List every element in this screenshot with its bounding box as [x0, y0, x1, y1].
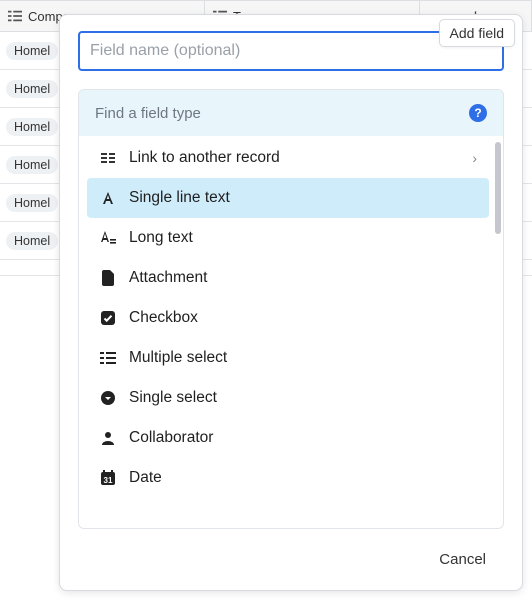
field-type-label: Collaborator	[129, 429, 213, 447]
field-type-attachment[interactable]: Attachment	[87, 258, 489, 298]
cell-token: Homel	[6, 232, 58, 250]
chevron-right-icon: ›	[472, 150, 477, 166]
field-type-label: Checkbox	[129, 309, 198, 327]
attachment-icon	[99, 270, 117, 286]
field-type-link[interactable]: Link to another record ›	[87, 138, 489, 178]
text-icon	[99, 190, 117, 206]
field-type-list[interactable]: Link to another record › Single line tex…	[79, 136, 503, 528]
add-field-dialog: Find a field type ? Link to another reco…	[59, 14, 523, 591]
link-record-icon	[99, 150, 117, 166]
date-icon	[99, 470, 117, 486]
collaborator-icon	[99, 430, 117, 446]
cell-token: Homel	[6, 118, 58, 136]
field-type-label: Date	[129, 469, 162, 487]
field-type-single-select[interactable]: Single select	[87, 378, 489, 418]
scrollbar[interactable]	[495, 142, 501, 234]
field-type-label: Long text	[129, 229, 193, 247]
field-type-collaborator[interactable]: Collaborator	[87, 418, 489, 458]
field-type-single-line-text[interactable]: Single line text	[87, 178, 489, 218]
field-type-label: Attachment	[129, 269, 207, 287]
cell-token: Homel	[6, 42, 58, 60]
field-type-long-text[interactable]: Long text	[87, 218, 489, 258]
dialog-footer: Cancel	[78, 529, 504, 584]
multiselect-icon	[8, 9, 22, 23]
field-type-multiple-select[interactable]: Multiple select	[87, 338, 489, 378]
long-text-icon	[99, 230, 117, 246]
field-type-date[interactable]: Date	[87, 458, 489, 498]
help-icon[interactable]: ?	[469, 104, 487, 122]
cancel-button[interactable]: Cancel	[431, 545, 494, 574]
field-type-label: Single select	[129, 389, 217, 407]
cell-token: Homel	[6, 80, 58, 98]
field-type-panel: Find a field type ? Link to another reco…	[78, 89, 504, 529]
field-type-checkbox[interactable]: Checkbox	[87, 298, 489, 338]
field-type-label: Link to another record	[129, 149, 280, 167]
cell-token: Homel	[6, 156, 58, 174]
field-type-search[interactable]: Find a field type ?	[79, 90, 503, 136]
field-type-label: Single line text	[129, 189, 230, 207]
multiselect-icon	[99, 350, 117, 366]
field-type-label: Multiple select	[129, 349, 227, 367]
checkbox-icon	[99, 310, 117, 326]
add-field-tooltip: Add field	[439, 19, 515, 47]
field-type-search-label: Find a field type	[95, 105, 201, 122]
tooltip-text: Add field	[450, 25, 504, 41]
single-select-icon	[99, 390, 117, 406]
cell-token: Homel	[6, 194, 58, 212]
